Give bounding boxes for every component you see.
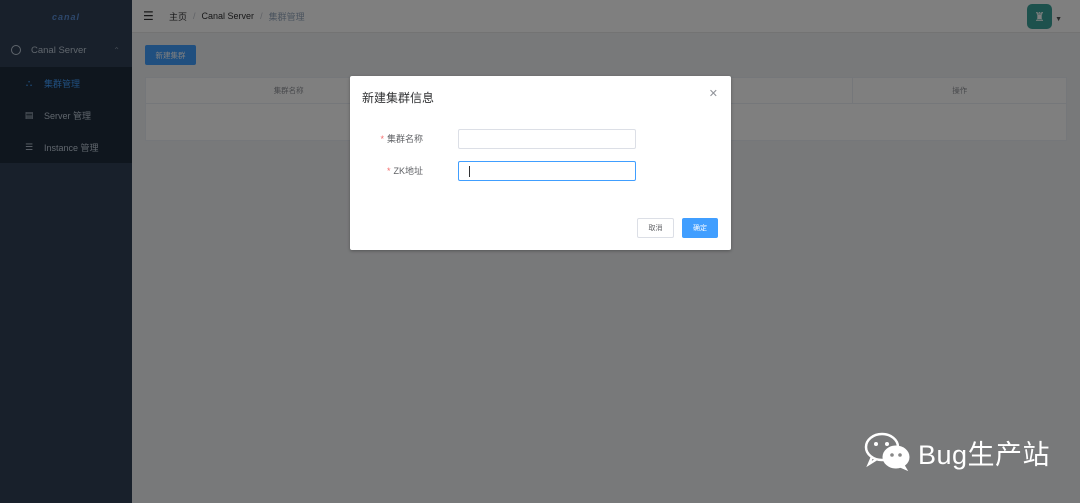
watermark-text: Bug生产站: [918, 439, 1051, 470]
field-label-text: ZK地址: [393, 166, 423, 176]
required-marker: *: [380, 134, 384, 144]
form-row-zk-address: * ZK地址: [350, 161, 731, 181]
field-label-text: 集群名称: [386, 134, 423, 144]
form-row-cluster-name: * 集群名称: [350, 129, 731, 149]
cluster-name-input[interactable]: [458, 129, 636, 149]
wechat-watermark: Bug生产站: [864, 432, 1050, 472]
required-marker: *: [386, 166, 391, 176]
wechat-icon: [864, 432, 912, 472]
confirm-button[interactable]: 确定: [682, 218, 718, 238]
new-cluster-dialog: 新建集群信息 ✕ * 集群名称 * ZK地址 取消 确定: [350, 76, 731, 250]
dialog-title: 新建集群信息: [362, 91, 435, 105]
text-cursor: [469, 166, 470, 177]
cluster-name-label: * 集群名称: [380, 132, 423, 145]
zk-address-label: * ZK地址: [387, 164, 423, 177]
close-icon[interactable]: ✕: [709, 87, 718, 100]
cancel-button[interactable]: 取消: [637, 218, 674, 238]
zk-address-input[interactable]: [458, 161, 636, 181]
